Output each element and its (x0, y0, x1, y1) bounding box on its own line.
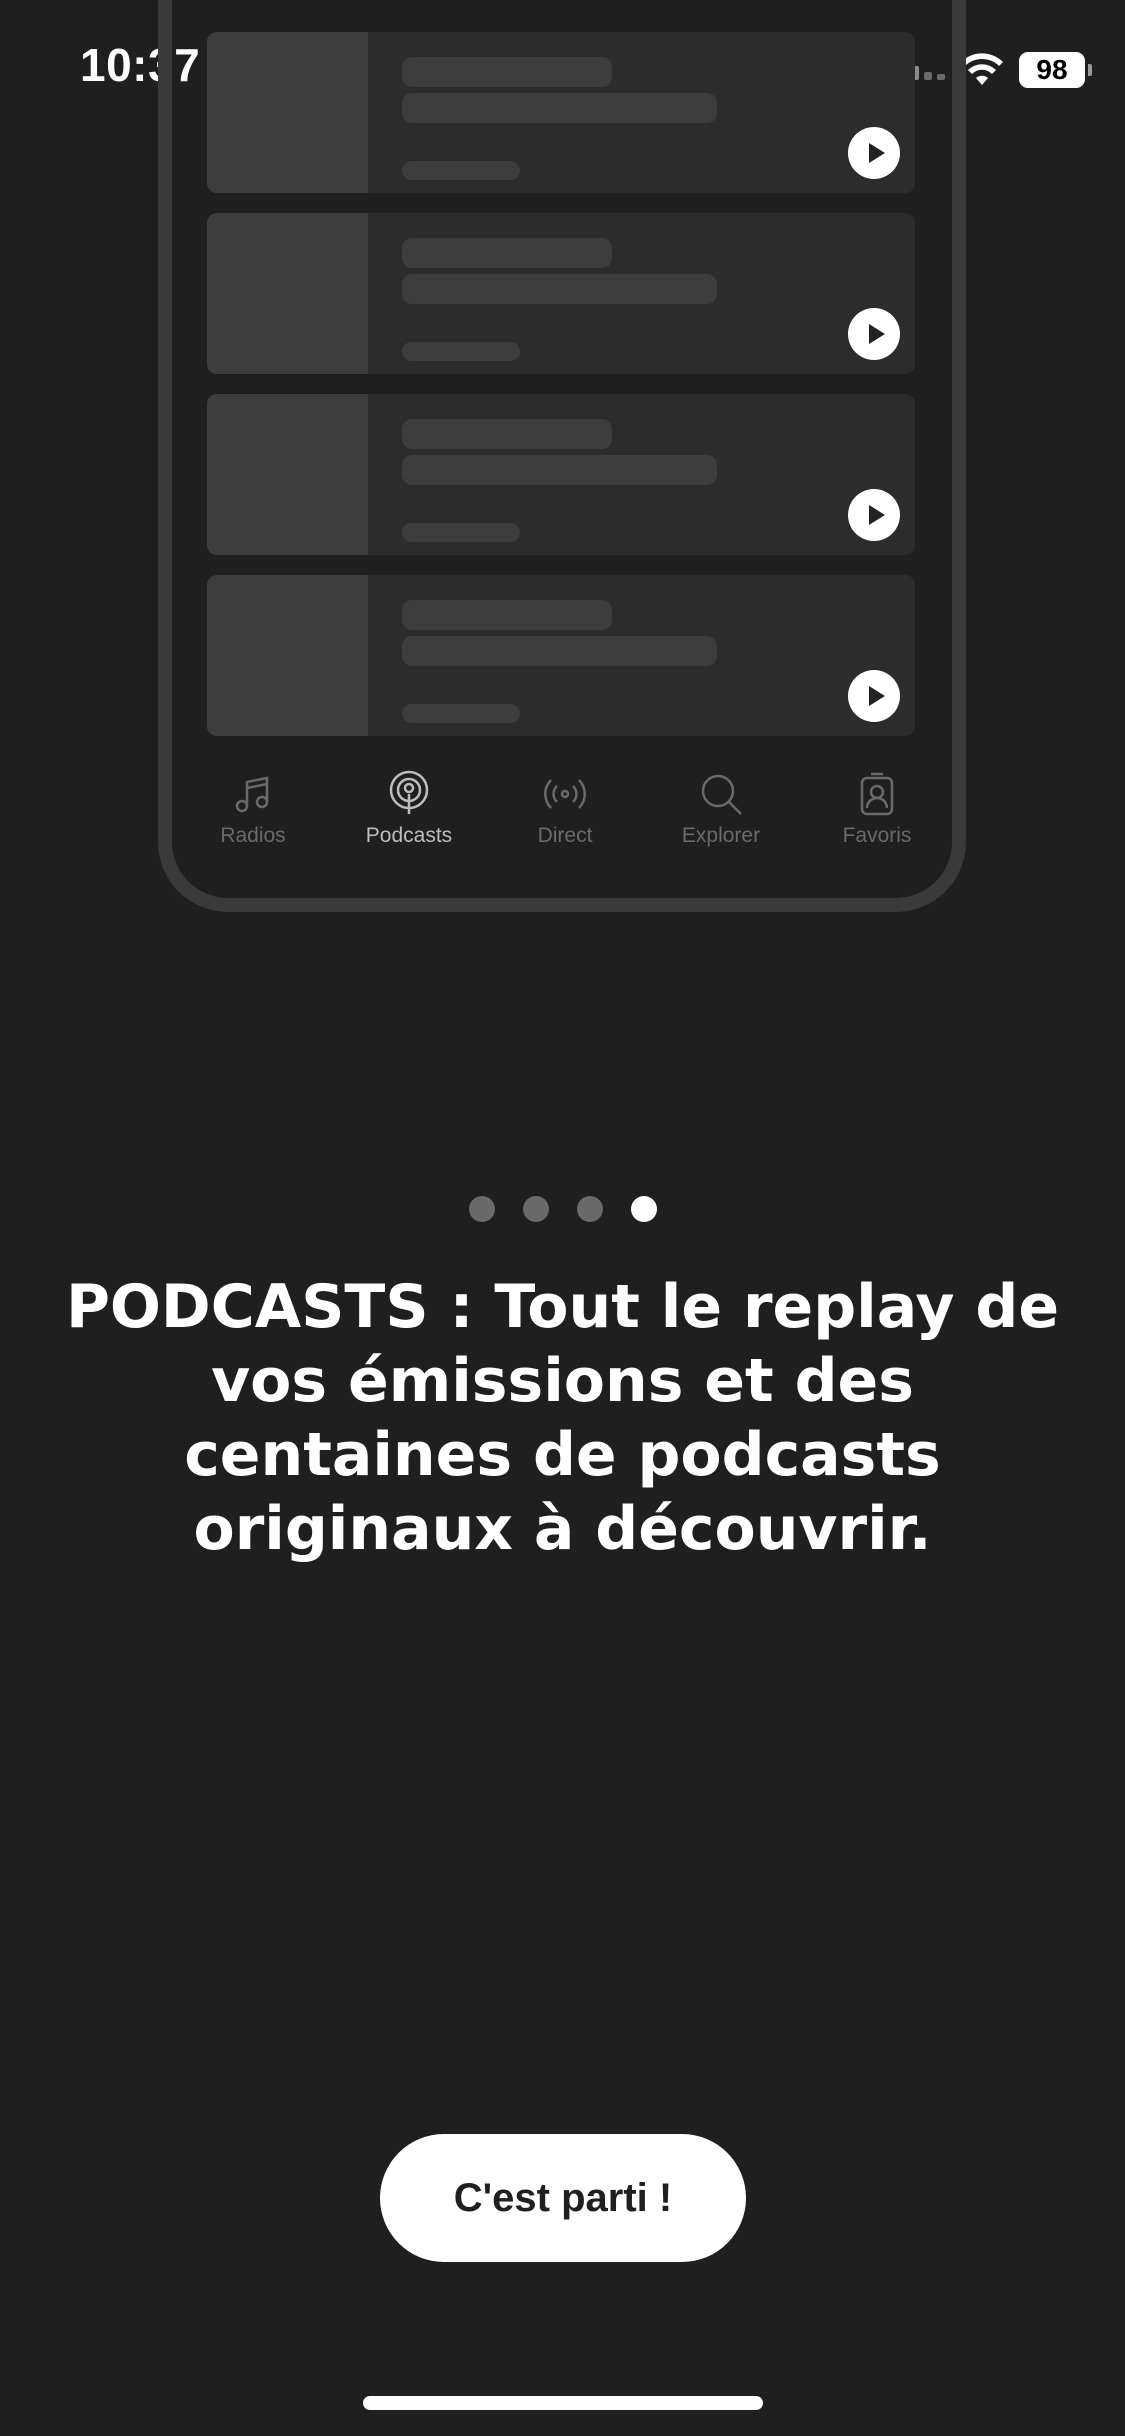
card-title-placeholder (402, 238, 612, 268)
card-title-placeholder (402, 419, 612, 449)
mockup-tab-bar: Radios Podcasts Direct Explorer Favoris (175, 770, 955, 880)
play-icon (848, 127, 900, 179)
search-icon (701, 774, 742, 815)
card-subtitle-placeholder (402, 93, 717, 123)
page-dot[interactable] (522, 1196, 549, 1222)
start-button[interactable]: C'est parti ! (380, 2134, 746, 2262)
card-subtitle-placeholder (402, 455, 717, 485)
play-icon (848, 308, 900, 360)
page-indicator (0, 1196, 1125, 1222)
card-thumbnail (207, 213, 368, 374)
favorites-icon (860, 772, 894, 816)
page-dot-active[interactable] (630, 1196, 657, 1222)
mockup-tab-radios: Radios (175, 770, 331, 880)
mockup-podcast-card (207, 575, 915, 736)
play-icon (848, 670, 900, 722)
battery-level: 98 (1036, 54, 1068, 85)
home-indicator[interactable] (363, 2396, 763, 2410)
broadcast-icon (544, 779, 586, 809)
tab-label: Favoris (842, 824, 912, 847)
tab-label: Direct (537, 824, 593, 847)
battery-icon: 98 (1019, 52, 1092, 88)
page-dot[interactable] (576, 1196, 603, 1222)
card-meta-placeholder (402, 704, 520, 723)
mockup-tab-podcasts: Podcasts (331, 770, 487, 880)
mockup-tab-explorer: Explorer (643, 770, 799, 880)
card-meta-placeholder (402, 523, 520, 542)
card-subtitle-placeholder (402, 636, 717, 666)
mockup-tab-favoris: Favoris (799, 770, 955, 880)
tab-label: Radios (220, 824, 286, 847)
card-meta-placeholder (402, 342, 520, 361)
card-meta-placeholder (402, 161, 520, 180)
tab-label: Podcasts (365, 824, 453, 847)
mockup-podcast-card (207, 32, 915, 193)
music-note-icon (235, 776, 269, 813)
card-title-placeholder (402, 600, 612, 630)
mockup-podcast-card (207, 394, 915, 555)
mockup-podcast-card (207, 213, 915, 374)
card-subtitle-placeholder (402, 274, 717, 304)
mockup-tab-direct: Direct (487, 770, 643, 880)
card-thumbnail (207, 32, 368, 193)
card-title-placeholder (402, 57, 612, 87)
onboarding-headline: PODCASTS : Tout le replay de vos émissio… (65, 1272, 1060, 1564)
play-icon (848, 489, 900, 541)
page-dot[interactable] (468, 1196, 495, 1222)
card-thumbnail (207, 394, 368, 555)
card-thumbnail (207, 575, 368, 736)
podcast-icon (389, 770, 429, 814)
tab-label: Explorer (681, 824, 761, 847)
